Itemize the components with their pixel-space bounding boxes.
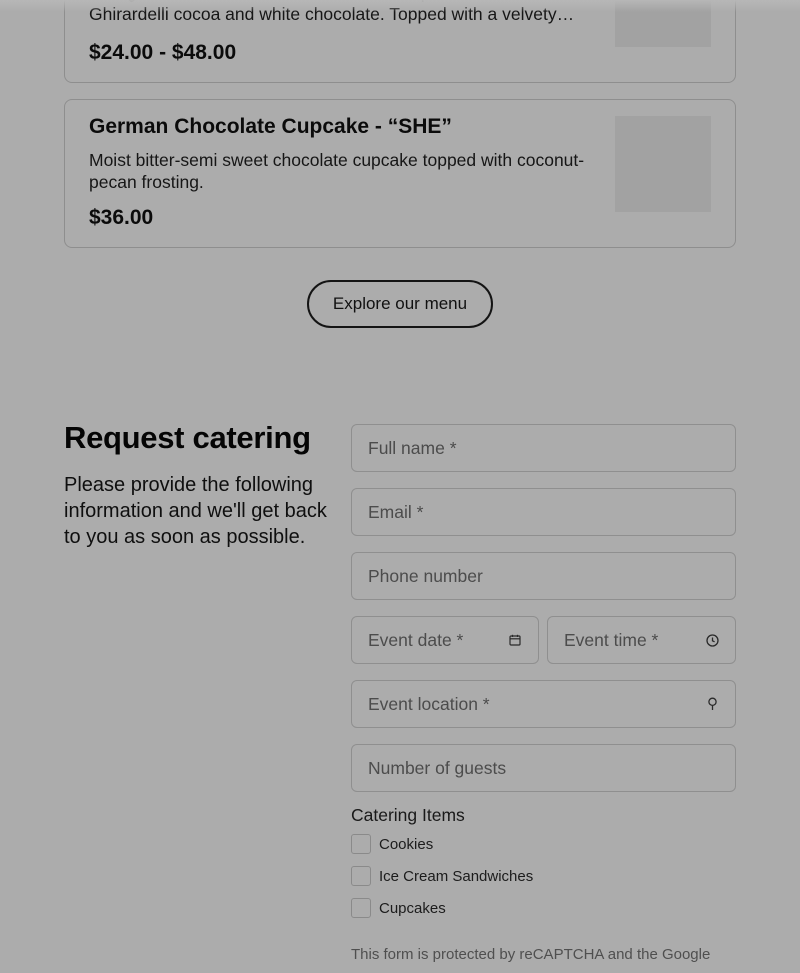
event-location-placeholder: Event location *	[368, 693, 490, 714]
calendar-icon[interactable]	[508, 633, 522, 647]
email-placeholder: Email *	[368, 501, 424, 522]
email-field[interactable]: Email *	[351, 488, 736, 536]
product-title[interactable]: German Chocolate Cupcake - “SHE”	[89, 115, 452, 139]
product-card-german-chocolate-cupcake[interactable]: German Chocolate Cupcake - “SHE” Moist b…	[64, 99, 736, 248]
recaptcha-notice: This form is protected by reCAPTCHA and …	[351, 946, 711, 963]
phone-placeholder: Phone number	[368, 565, 483, 586]
explore-menu-button[interactable]: Explore our menu	[307, 280, 493, 328]
product-image[interactable]	[615, 0, 711, 47]
cookies-label[interactable]: Cookies	[379, 836, 433, 853]
map-pin-icon[interactable]	[705, 697, 719, 711]
catering-item-cupcakes[interactable]: Cupcakes	[351, 898, 446, 918]
product-card-red-velvet-brownie[interactable]: Indulge in the luxurious red velvet brow…	[64, 0, 736, 83]
event-time-placeholder: Event time *	[564, 629, 659, 650]
event-date-placeholder: Event date *	[368, 629, 464, 650]
event-time-field[interactable]: Event time *	[547, 616, 736, 664]
cupcakes-checkbox[interactable]	[351, 898, 371, 918]
ice-cream-sandwiches-checkbox[interactable]	[351, 866, 371, 886]
product-price: $24.00 - $48.00	[89, 41, 237, 64]
full-name-field[interactable]: Full name *	[351, 424, 736, 472]
guests-placeholder: Number of guests	[368, 757, 507, 778]
phone-field[interactable]: Phone number	[351, 552, 736, 600]
catering-item-cookies[interactable]: Cookies	[351, 834, 433, 854]
catering-heading: Request catering	[64, 420, 311, 455]
ice-cream-sandwiches-label[interactable]: Ice Cream Sandwiches	[379, 868, 533, 885]
catering-item-ice-cream-sandwiches[interactable]: Ice Cream Sandwiches	[351, 866, 533, 886]
event-location-field[interactable]: Event location *	[351, 680, 736, 728]
catering-intro: Please provide the following information…	[64, 474, 327, 548]
product-image[interactable]	[615, 116, 711, 212]
event-date-field[interactable]: Event date *	[351, 616, 539, 664]
guests-field[interactable]: Number of guests	[351, 744, 736, 792]
full-name-placeholder: Full name *	[368, 437, 457, 458]
catering-items-label: Catering Items	[351, 805, 465, 825]
product-description: Indulge in the luxurious red velvet brow…	[89, 0, 575, 24]
product-price: $36.00	[89, 206, 154, 229]
product-description: Moist bitter-semi sweet chocolate cupcak…	[89, 150, 585, 192]
cookies-checkbox[interactable]	[351, 834, 371, 854]
clock-icon[interactable]	[705, 633, 719, 647]
cupcakes-label[interactable]: Cupcakes	[379, 900, 446, 917]
